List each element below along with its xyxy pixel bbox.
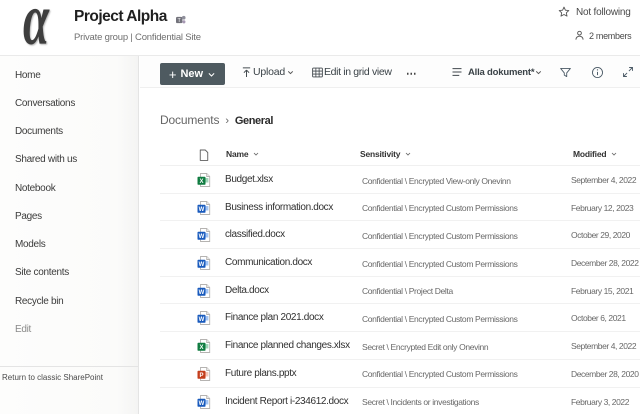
svg-text:X: X bbox=[199, 345, 203, 351]
svg-text:W: W bbox=[199, 318, 205, 324]
svg-text:W: W bbox=[199, 235, 205, 241]
svg-text:P: P bbox=[199, 373, 203, 379]
svg-text:W: W bbox=[199, 290, 205, 296]
svg-text:W: W bbox=[199, 207, 205, 213]
svg-text:W: W bbox=[199, 262, 205, 268]
svg-text:X: X bbox=[199, 179, 203, 185]
svg-text:W: W bbox=[199, 401, 205, 407]
